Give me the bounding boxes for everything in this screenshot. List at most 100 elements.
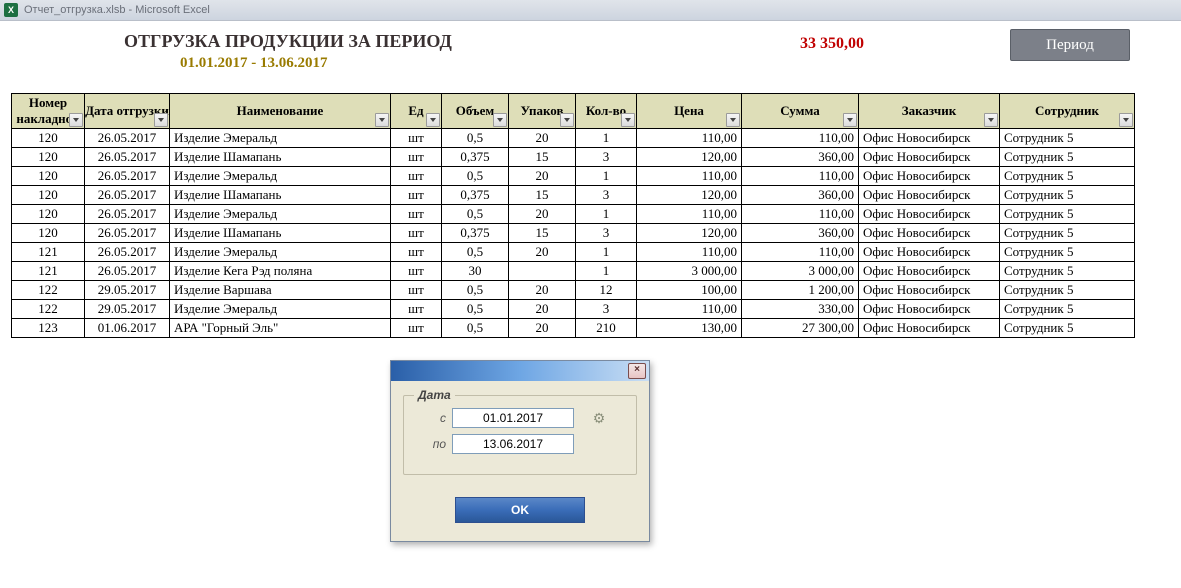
cell-vol[interactable]: 0,5 [442, 319, 509, 338]
filter-dropdown-icon[interactable] [375, 113, 389, 127]
cell-date[interactable]: 26.05.2017 [85, 224, 170, 243]
cell-unit[interactable]: шт [391, 205, 442, 224]
table-row[interactable]: 12126.05.2017Изделие Кега Рэд полянашт30… [12, 262, 1135, 281]
cell-sum[interactable]: 110,00 [742, 167, 859, 186]
cell-date[interactable]: 29.05.2017 [85, 281, 170, 300]
cell-sum[interactable]: 110,00 [742, 129, 859, 148]
cell-date[interactable]: 29.05.2017 [85, 300, 170, 319]
cell-emp[interactable]: Сотрудник 5 [1000, 186, 1135, 205]
cell-cust[interactable]: Офис Новосибирск [859, 129, 1000, 148]
cell-pack[interactable]: 20 [509, 167, 576, 186]
cell-pack[interactable]: 15 [509, 186, 576, 205]
cell-price[interactable]: 110,00 [637, 129, 742, 148]
cell-emp[interactable]: Сотрудник 5 [1000, 224, 1135, 243]
table-row[interactable]: 12229.05.2017Изделие Эмеральдшт0,5203110… [12, 300, 1135, 319]
cell-price[interactable]: 110,00 [637, 243, 742, 262]
cell-qty[interactable]: 210 [576, 319, 637, 338]
cell-name[interactable]: Изделие Эмеральд [170, 129, 391, 148]
table-row[interactable]: 12026.05.2017Изделие Шамапаньшт0,3751531… [12, 186, 1135, 205]
cell-emp[interactable]: Сотрудник 5 [1000, 281, 1135, 300]
cell-vol[interactable]: 0,5 [442, 243, 509, 262]
cell-qty[interactable]: 12 [576, 281, 637, 300]
cell-unit[interactable]: шт [391, 262, 442, 281]
cell-qty[interactable]: 1 [576, 262, 637, 281]
cell-qty[interactable]: 1 [576, 167, 637, 186]
filter-dropdown-icon[interactable] [984, 113, 998, 127]
filter-dropdown-icon[interactable] [1119, 113, 1133, 127]
cell-cust[interactable]: Офис Новосибирск [859, 148, 1000, 167]
cell-emp[interactable]: Сотрудник 5 [1000, 205, 1135, 224]
cell-no[interactable]: 120 [12, 167, 85, 186]
cell-name[interactable]: Изделие Шамапань [170, 186, 391, 205]
cell-sum[interactable]: 110,00 [742, 243, 859, 262]
cell-vol[interactable]: 0,5 [442, 129, 509, 148]
cell-pack[interactable]: 20 [509, 205, 576, 224]
cell-no[interactable]: 121 [12, 262, 85, 281]
dialog-titlebar[interactable]: × [391, 361, 649, 381]
cell-vol[interactable]: 0,375 [442, 186, 509, 205]
cell-vol[interactable]: 30 [442, 262, 509, 281]
cell-no[interactable]: 120 [12, 129, 85, 148]
cell-date[interactable]: 26.05.2017 [85, 167, 170, 186]
cell-sum[interactable]: 360,00 [742, 224, 859, 243]
cell-no[interactable]: 120 [12, 205, 85, 224]
cell-emp[interactable]: Сотрудник 5 [1000, 243, 1135, 262]
gear-icon[interactable]: ⚙ [590, 409, 608, 427]
cell-qty[interactable]: 3 [576, 224, 637, 243]
cell-cust[interactable]: Офис Новосибирск [859, 319, 1000, 338]
period-button[interactable]: Период [1010, 29, 1130, 61]
cell-no[interactable]: 120 [12, 224, 85, 243]
cell-sum[interactable]: 360,00 [742, 148, 859, 167]
cell-emp[interactable]: Сотрудник 5 [1000, 262, 1135, 281]
table-row[interactable]: 12229.05.2017Изделие Варшавашт0,52012100… [12, 281, 1135, 300]
cell-date[interactable]: 26.05.2017 [85, 205, 170, 224]
cell-unit[interactable]: шт [391, 186, 442, 205]
ok-button[interactable]: OK [455, 497, 585, 523]
cell-sum[interactable]: 3 000,00 [742, 262, 859, 281]
cell-name[interactable]: Изделие Шамапань [170, 148, 391, 167]
cell-price[interactable]: 110,00 [637, 205, 742, 224]
cell-no[interactable]: 120 [12, 186, 85, 205]
filter-dropdown-icon[interactable] [843, 113, 857, 127]
cell-name[interactable]: Изделие Эмеральд [170, 243, 391, 262]
cell-pack[interactable]: 20 [509, 243, 576, 262]
cell-no[interactable]: 123 [12, 319, 85, 338]
cell-no[interactable]: 120 [12, 148, 85, 167]
cell-cust[interactable]: Офис Новосибирск [859, 224, 1000, 243]
cell-pack[interactable] [509, 262, 576, 281]
cell-vol[interactable]: 0,5 [442, 205, 509, 224]
cell-qty[interactable]: 3 [576, 186, 637, 205]
cell-pack[interactable]: 20 [509, 281, 576, 300]
cell-price[interactable]: 120,00 [637, 186, 742, 205]
cell-name[interactable]: Изделие Шамапань [170, 224, 391, 243]
cell-emp[interactable]: Сотрудник 5 [1000, 300, 1135, 319]
cell-unit[interactable]: шт [391, 243, 442, 262]
cell-unit[interactable]: шт [391, 281, 442, 300]
cell-no[interactable]: 122 [12, 300, 85, 319]
cell-price[interactable]: 120,00 [637, 148, 742, 167]
date-to-input[interactable] [452, 434, 574, 454]
date-from-input[interactable] [452, 408, 574, 428]
filter-dropdown-icon[interactable] [154, 113, 168, 127]
filter-dropdown-icon[interactable] [493, 113, 507, 127]
cell-date[interactable]: 26.05.2017 [85, 129, 170, 148]
cell-name[interactable]: АРА "Горный Эль" [170, 319, 391, 338]
cell-emp[interactable]: Сотрудник 5 [1000, 148, 1135, 167]
cell-qty[interactable]: 3 [576, 300, 637, 319]
cell-no[interactable]: 121 [12, 243, 85, 262]
cell-date[interactable]: 26.05.2017 [85, 262, 170, 281]
table-row[interactable]: 12026.05.2017Изделие Шамапаньшт0,3751531… [12, 224, 1135, 243]
cell-unit[interactable]: шт [391, 319, 442, 338]
cell-emp[interactable]: Сотрудник 5 [1000, 319, 1135, 338]
cell-sum[interactable]: 330,00 [742, 300, 859, 319]
cell-vol[interactable]: 0,5 [442, 281, 509, 300]
table-row[interactable]: 12026.05.2017Изделие Эмеральдшт0,5201110… [12, 205, 1135, 224]
filter-dropdown-icon[interactable] [69, 113, 83, 127]
cell-vol[interactable]: 0,375 [442, 148, 509, 167]
cell-unit[interactable]: шт [391, 300, 442, 319]
cell-pack[interactable]: 15 [509, 148, 576, 167]
cell-unit[interactable]: шт [391, 129, 442, 148]
cell-pack[interactable]: 20 [509, 129, 576, 148]
cell-qty[interactable]: 1 [576, 205, 637, 224]
cell-cust[interactable]: Офис Новосибирск [859, 243, 1000, 262]
